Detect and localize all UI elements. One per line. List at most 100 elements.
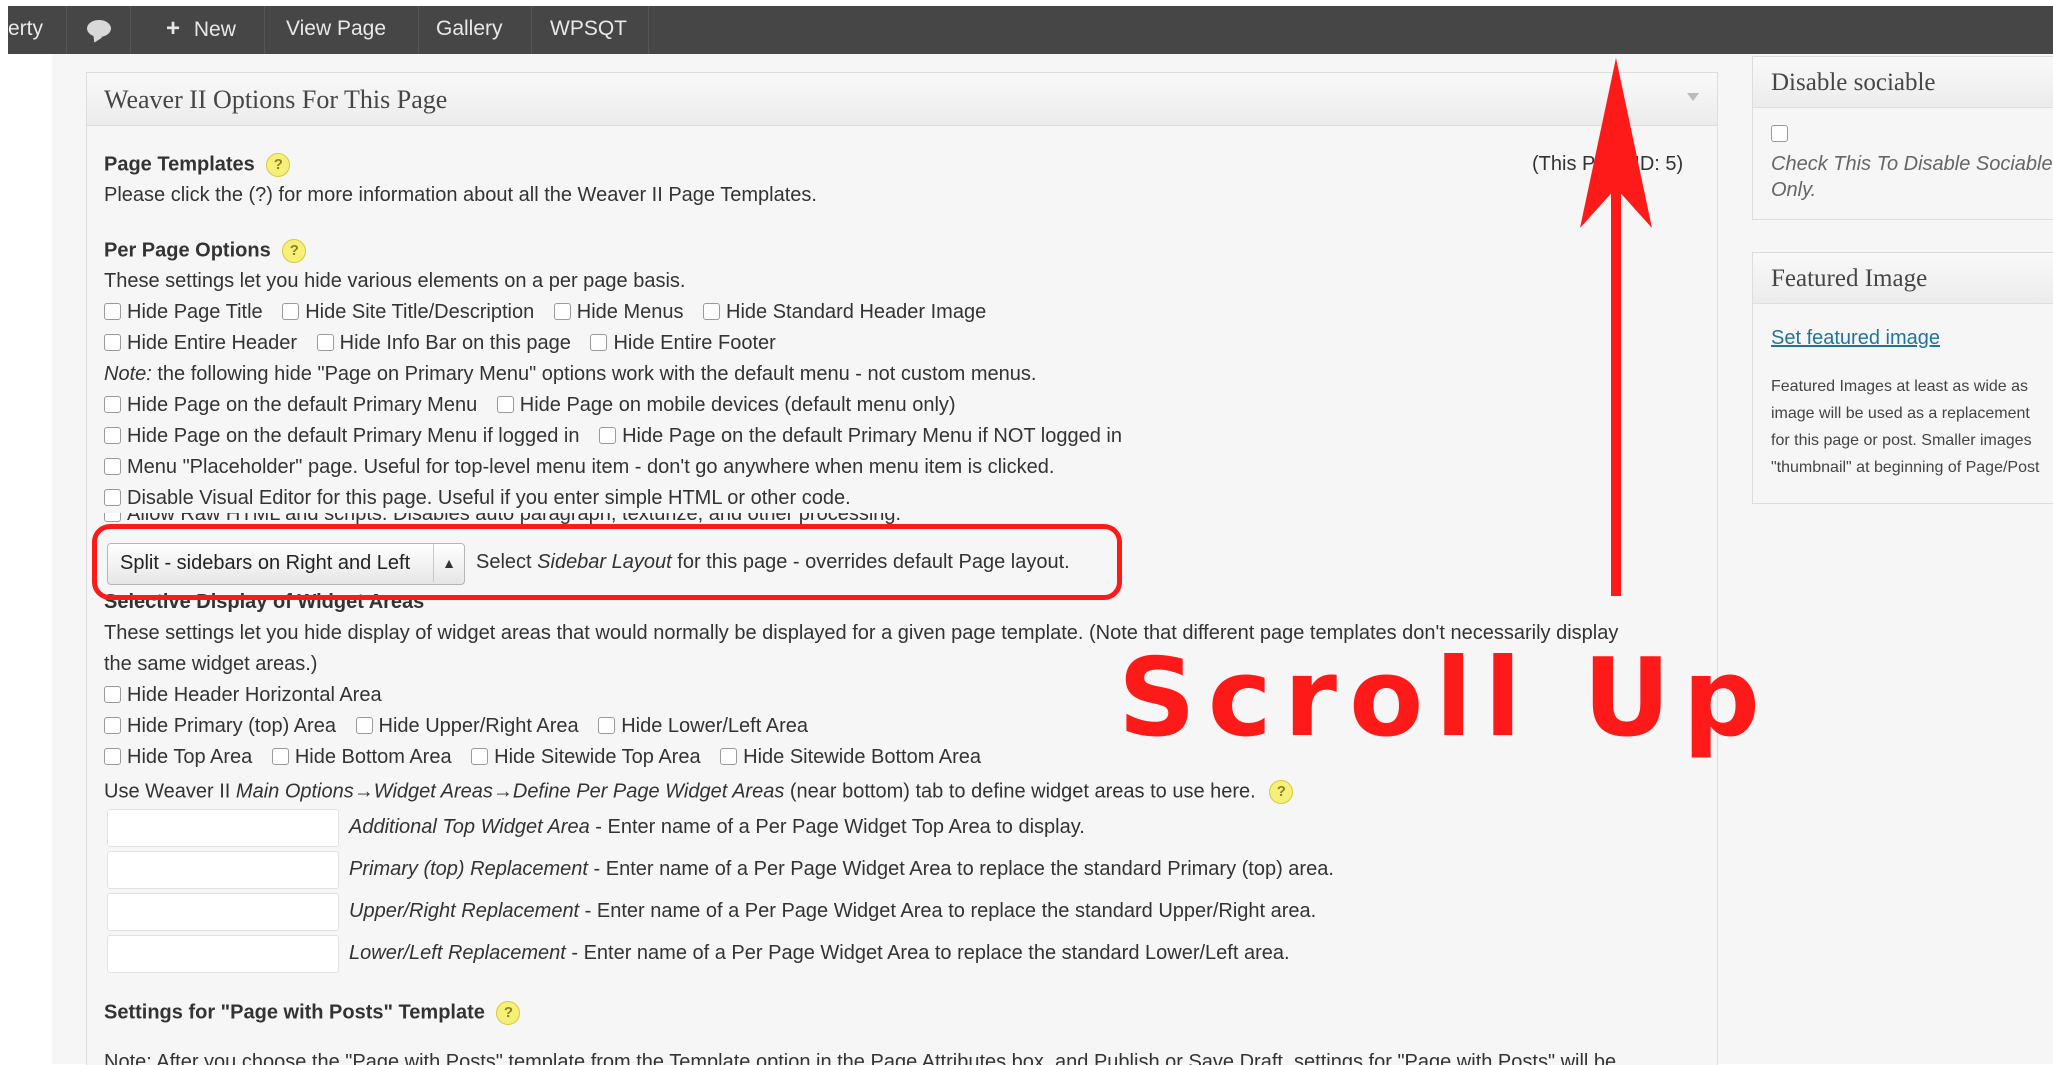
checkbox[interactable] — [104, 686, 121, 703]
checkbox[interactable] — [282, 303, 300, 320]
layout-pre-text: Select — [476, 551, 538, 573]
checkbox[interactable] — [471, 748, 489, 765]
checkbox[interactable] — [720, 748, 738, 765]
hide-primary-top-option[interactable]: Hide Primary (top) Area — [104, 715, 336, 737]
help-line: for this page or post. Smaller images — [1771, 432, 2032, 449]
wpsqt-link[interactable]: WPSQT — [550, 6, 627, 54]
widget-areas-heading: Selective Display of Widget Areas — [104, 591, 425, 613]
use-pre-text: Use Weaver II — [104, 780, 236, 803]
disable-visual-editor-option[interactable]: Disable Visual Editor for this page. Use… — [104, 487, 851, 510]
lower-left-replacement-input[interactable] — [107, 935, 339, 973]
help-icon[interactable]: ? — [266, 153, 291, 177]
sidebar-layout-select[interactable]: Split - sidebars on Right and Left ▲ — [107, 543, 465, 585]
sociable-header[interactable]: Disable sociable — [1753, 57, 2053, 108]
additional-top-widget-input[interactable] — [107, 809, 339, 847]
sociable-title: Disable sociable — [1771, 69, 1936, 96]
checkbox[interactable] — [598, 717, 616, 734]
checkbox[interactable] — [316, 334, 334, 351]
hide-entire-footer-option[interactable]: Hide Entire Footer — [590, 332, 776, 354]
upper-right-replacement-input[interactable] — [107, 893, 339, 931]
toolbar-divider — [130, 6, 131, 54]
option-label: Disable Visual Editor for this page. Use… — [127, 487, 851, 509]
option-label: Hide Page Title — [127, 301, 263, 323]
widget-row-2: Hide Primary (top) Area Hide Upper/Right… — [104, 715, 822, 738]
hide-menus-option[interactable]: Hide Menus — [553, 301, 683, 323]
site-name-link[interactable]: erty — [8, 6, 43, 54]
widget-row-3: Hide Top Area Hide Bottom Area Hide Site… — [104, 746, 995, 769]
placeholder-page-option[interactable]: Menu "Placeholder" page. Useful for top-… — [104, 456, 1054, 479]
primary-top-replacement-input[interactable] — [107, 851, 339, 889]
hide-info-bar-option[interactable]: Hide Info Bar on this page — [316, 332, 571, 354]
widget-areas-instructions: Use Weaver II Main Options→Widget Areas→… — [104, 780, 1294, 804]
per-page-options-label: Per Page Options — [104, 239, 271, 262]
hide-header-horizontal-option[interactable]: Hide Header Horizontal Area — [104, 684, 382, 706]
hide-bottom-area-option[interactable]: Hide Bottom Area — [271, 746, 452, 768]
raw-html-option[interactable]: Allow Raw HTML and scripts. Disables aut… — [104, 513, 901, 527]
checkbox[interactable] — [104, 513, 121, 522]
option-label: Hide Standard Header Image — [726, 301, 987, 323]
new-content-button[interactable]: + New — [166, 6, 236, 54]
widget-row-1: Hide Header Horizontal Area — [104, 684, 396, 707]
checkbox[interactable] — [599, 427, 617, 444]
help-icon[interactable]: ? — [496, 1001, 521, 1025]
layout-post-text: for this page - overrides default Page l… — [671, 551, 1070, 573]
hide-page-title-option[interactable]: Hide Page Title — [104, 301, 263, 323]
featured-image-header[interactable]: Featured Image — [1753, 253, 2053, 304]
admin-toolbar: erty + New View Page Gallery WPSQT — [8, 6, 2053, 55]
checkbox[interactable] — [104, 334, 121, 351]
field-text: - Enter name of a Per Page Widget Area t… — [587, 858, 1334, 880]
checkbox[interactable] — [496, 396, 514, 413]
featured-image-title: Featured Image — [1771, 265, 1928, 292]
checkbox[interactable] — [703, 303, 721, 320]
hide-lower-left-option[interactable]: Hide Lower/Left Area — [598, 715, 808, 737]
view-page-link[interactable]: View Page — [286, 6, 386, 54]
set-featured-image-link[interactable]: Set featured image — [1771, 327, 1940, 350]
hide-page-logged-in-option[interactable]: Hide Page on the default Primary Menu if… — [104, 425, 580, 447]
option-label: Menu "Placeholder" page. Useful for top-… — [127, 456, 1055, 478]
checkbox[interactable] — [271, 748, 289, 765]
page-templates-label: Page Templates — [104, 153, 255, 176]
field-italic-label: Upper/Right Replacement — [349, 900, 580, 922]
hide-page-primary-menu-option[interactable]: Hide Page on the default Primary Menu — [104, 394, 477, 416]
hide-upper-right-option[interactable]: Hide Upper/Right Area — [355, 715, 579, 737]
page-templates-heading: Page Templates ? — [104, 153, 291, 177]
option-label: Allow Raw HTML and scripts. Disables aut… — [127, 513, 902, 525]
field-italic-label: Primary (top) Replacement — [349, 858, 588, 880]
hide-site-title-option[interactable]: Hide Site Title/Description — [282, 301, 534, 323]
help-icon[interactable]: ? — [282, 239, 307, 263]
checkbox[interactable] — [104, 458, 121, 475]
option-label: Hide Sitewide Bottom Area — [743, 746, 982, 768]
checkbox[interactable] — [104, 748, 121, 765]
sociable-help-2: Only. — [1771, 179, 1817, 201]
checkbox[interactable] — [590, 334, 608, 351]
help-icon[interactable]: ? — [1269, 780, 1294, 804]
checkbox[interactable] — [104, 427, 121, 444]
checkbox[interactable] — [104, 396, 121, 413]
option-label: Hide Top Area — [127, 746, 253, 768]
hide-sitewide-top-option[interactable]: Hide Sitewide Top Area — [471, 746, 701, 768]
checkbox[interactable] — [553, 303, 571, 320]
layout-italic-text: Sidebar Layout — [537, 551, 672, 573]
hide-top-area-option[interactable]: Hide Top Area — [104, 746, 252, 768]
hide-page-mobile-option[interactable]: Hide Page on mobile devices (default men… — [496, 394, 956, 416]
comments-button[interactable] — [67, 6, 129, 54]
gallery-link[interactable]: Gallery — [436, 6, 503, 54]
hide-sitewide-bottom-option[interactable]: Hide Sitewide Bottom Area — [720, 746, 981, 768]
disable-sociable-checkbox[interactable] — [1771, 125, 1788, 142]
help-line: Featured Images at least as wide as — [1771, 378, 2029, 395]
per-page-row-4: Hide Page on the default Primary Menu if… — [104, 425, 1136, 448]
select-arrows-icon: ▲ — [433, 544, 464, 582]
hide-header-image-option[interactable]: Hide Standard Header Image — [703, 301, 986, 323]
page-with-posts-heading: Settings for "Page with Posts" Template … — [104, 1001, 521, 1025]
metabox-header[interactable]: Weaver II Options For This Page — [87, 73, 1717, 126]
checkbox[interactable] — [104, 489, 121, 506]
option-label: Hide Page on mobile devices (default men… — [519, 394, 956, 416]
collapse-arrow-icon[interactable] — [1687, 93, 1699, 101]
checkbox[interactable] — [104, 303, 121, 320]
toolbar-divider — [264, 6, 265, 54]
hide-entire-header-option[interactable]: Hide Entire Header — [104, 332, 297, 354]
checkbox[interactable] — [355, 717, 373, 734]
checkbox[interactable] — [104, 717, 121, 734]
hide-page-not-logged-in-option[interactable]: Hide Page on the default Primary Menu if… — [599, 425, 1122, 447]
plus-icon: + — [166, 15, 181, 42]
